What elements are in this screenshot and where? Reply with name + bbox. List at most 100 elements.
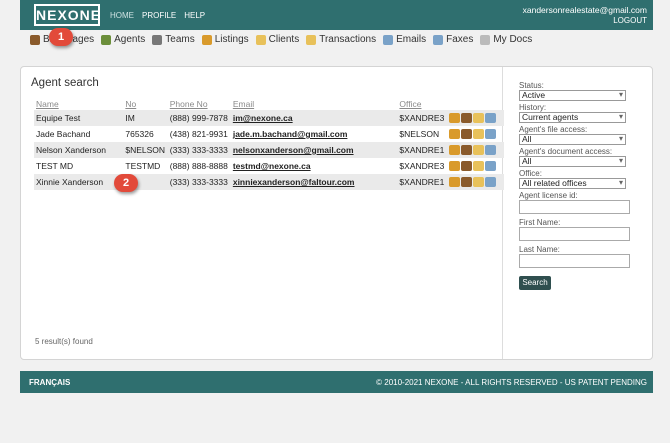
email-icon[interactable] [485,129,497,139]
agent-office: $XANDRE3 [399,161,445,171]
listings-icon [201,34,212,45]
home-icon[interactable] [449,177,461,187]
agent-no: TESTMD [125,161,161,171]
filter-panel: Status: Active History: Current agents A… [519,79,634,290]
home-icon[interactable] [449,113,461,123]
agent-office: $XANDRE1 [397,142,448,158]
agent-icon[interactable] [461,145,473,155]
nav-home[interactable]: HOME [110,11,134,20]
first-name-input[interactable] [519,227,630,241]
agent-phone: (333) 333-3333 [167,174,231,190]
nav-emails[interactable]: Emails [383,34,426,45]
col-actions [447,98,504,110]
office-select[interactable]: All related offices [519,178,626,189]
step-marker-2: 2 [114,174,138,192]
col-office[interactable]: Office [397,98,447,110]
agent-phone: (333) 333-3333 [167,142,231,158]
status-select[interactable]: Active [519,90,626,101]
user-email: xandersonrealestate@gmail.com [522,5,647,15]
agent-icon[interactable] [461,129,473,139]
email-icon[interactable] [485,177,497,187]
agent-email[interactable]: testmd@nexone.ca [231,158,398,174]
app-footer: FRANÇAIS © 2010-2021 NEXONE - ALL RIGHTS… [20,371,653,393]
agent-icon[interactable] [461,161,473,171]
folder-icon[interactable] [473,177,485,187]
file-access-label: Agent's file access: [519,125,588,134]
email-icon[interactable] [485,145,497,155]
nav-listings[interactable]: Listings [201,34,249,45]
agent-icon[interactable] [461,177,473,187]
agent-name[interactable]: Jade Bachand [34,126,123,142]
agents-icon [101,34,112,45]
agent-email[interactable]: xinniexanderson@faltour.com [230,174,398,190]
agent-email[interactable]: jade.m.bachand@gmail.com [231,126,398,142]
nav-faxes[interactable]: Faxes [433,34,473,45]
agent-office: $NELSON [399,129,440,139]
last-name-input[interactable] [519,254,630,268]
home-icon[interactable] [449,161,461,171]
page-title: Agent search [31,77,99,89]
folder-icon[interactable] [473,129,485,139]
history-select[interactable]: Current agents [519,112,626,123]
agent-no: 765326 [125,129,154,139]
file-access-select[interactable]: All [519,134,626,145]
home-icon[interactable] [449,145,461,155]
copyright-text: © 2010-2021 NEXONE - ALL RIGHTS RESERVED… [376,378,647,387]
agent-name[interactable]: Xinnie Xanderson [34,174,124,190]
agent-phone: (888) 999-7878 [167,110,231,126]
nav-transactions[interactable]: Transactions [306,34,376,45]
agent-no: IM [123,110,168,126]
agent-name[interactable]: TEST MD [34,158,123,174]
col-phone[interactable]: Phone No [168,98,231,110]
folder-icon[interactable] [473,145,485,155]
col-name[interactable]: Name [34,98,123,110]
agent-phone: (438) 821-9931 [169,129,228,139]
nav-mydocs[interactable]: My Docs [480,34,532,45]
folder-icon[interactable] [473,161,485,171]
nav-teams[interactable]: Teams [152,34,195,45]
agent-email[interactable]: im@nexone.ca [230,110,398,126]
agent-phone: (888) 888-8888 [169,161,228,171]
doc-access-label: Agent's document access: [519,147,613,156]
results-count: 5 result(s) found [35,337,93,346]
faxes-icon [433,34,444,45]
col-no[interactable]: No [123,98,167,110]
doc-access-select[interactable]: All [519,156,626,167]
clients-icon [255,34,266,45]
office-label: Office: [519,169,542,178]
app-header: NEXONE HOME PROFILE HELP xandersonreales… [20,0,653,30]
agent-name[interactable]: Nelson Xanderson [34,142,124,158]
results-area: Agent search Name No Phone No Email Offi… [21,67,504,359]
agent-icon[interactable] [461,113,473,123]
home-icon[interactable] [449,129,461,139]
search-button[interactable]: Search [519,276,551,290]
nav-clients[interactable]: Clients [255,34,299,45]
transactions-icon [306,34,317,45]
agent-no: $NELSON [123,142,168,158]
agent-email[interactable]: nelsonxanderson@gmail.com [230,142,398,158]
nav-help[interactable]: HELP [184,11,205,20]
table-row[interactable]: Xinnie Xanderson E (333) 333-3333 xinnie… [34,174,504,190]
table-row[interactable]: Nelson Xanderson $NELSON (333) 333-3333 … [34,142,504,158]
table-row[interactable]: Equipe Test IM (888) 999-7878 im@nexone.… [34,110,504,126]
table-row[interactable]: Jade Bachand 765326 (438) 821-9931 jade.… [34,126,504,142]
nexone-logo[interactable]: NEXONE [34,4,100,26]
email-icon[interactable] [485,161,497,171]
nav-profile[interactable]: PROFILE [142,11,176,20]
license-input[interactable] [519,200,630,214]
last-name-label: Last Name: [519,245,560,254]
email-icon[interactable] [485,113,497,123]
language-link[interactable]: FRANÇAIS [29,378,70,387]
folder-icon[interactable] [473,113,485,123]
nav-agents[interactable]: Agents [101,34,145,45]
top-nav: HOME PROFILE HELP [110,11,205,20]
table-row[interactable]: TEST MD TESTMD (888) 888-8888 testmd@nex… [34,158,504,174]
license-label: Agent license id: [519,191,578,200]
logout-link[interactable]: LOGOUT [613,16,647,25]
step-marker-1: 1 [49,28,73,46]
agent-office: $XANDRE3 [397,110,448,126]
col-email[interactable]: Email [231,98,398,110]
agents-table: Name No Phone No Email Office Equipe Tes… [34,98,504,190]
status-label: Status: [519,81,544,90]
agent-name[interactable]: Equipe Test [34,110,124,126]
